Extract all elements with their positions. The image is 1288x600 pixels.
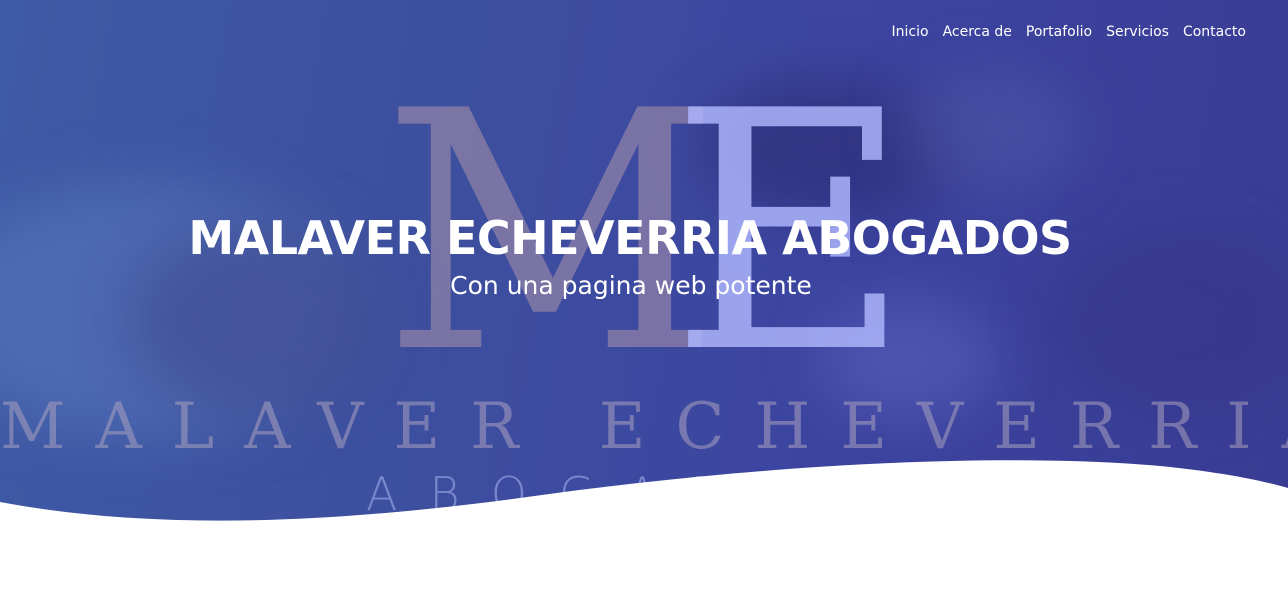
hero-section: ME MALAVER ECHEVERRIA ABOGADOS Inicio Ac… <box>0 0 1288 600</box>
nav-link-portafolio[interactable]: Portafolio <box>1026 22 1092 42</box>
background-blob <box>900 70 1080 190</box>
nav-link-servicios[interactable]: Servicios <box>1106 22 1169 42</box>
main-navigation: Inicio Acerca de Portafolio Servicios Co… <box>892 22 1246 42</box>
hero-bottom-wave <box>0 460 1288 600</box>
hero-title: MALAVER ECHEVERRIA ABOGADOS <box>188 211 1072 265</box>
nav-link-acerca-de[interactable]: Acerca de <box>943 22 1012 42</box>
hero-subtitle: Con una pagina web potente <box>450 271 812 300</box>
nav-link-inicio[interactable]: Inicio <box>892 22 929 42</box>
nav-link-contacto[interactable]: Contacto <box>1183 22 1246 42</box>
